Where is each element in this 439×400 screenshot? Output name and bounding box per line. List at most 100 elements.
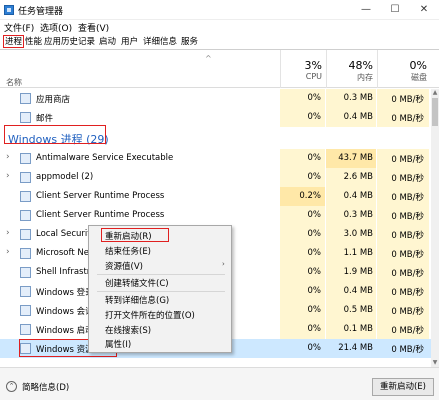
- process-icon: [20, 172, 31, 183]
- scroll-down-icon[interactable]: ▼: [431, 359, 439, 367]
- tab-app-history[interactable]: 应用历史记录: [44, 36, 95, 49]
- tab-processes[interactable]: 进程: [3, 35, 25, 48]
- disk-label: 磁盘: [411, 73, 427, 82]
- menu-item-go-to-details[interactable]: 转到详细信息(G): [105, 294, 169, 306]
- menu-file[interactable]: 文件(F): [4, 21, 34, 34]
- fewer-details-link[interactable]: 简略信息(D): [22, 381, 69, 393]
- fewer-details-icon[interactable]: ⌃: [6, 381, 17, 392]
- sort-caret-icon: ^: [205, 54, 212, 63]
- table-row[interactable]: Client Server Runtime Process 0.2% 0.4 M…: [0, 187, 431, 206]
- cpu-label: CPU: [305, 72, 322, 81]
- process-cpu: 0%: [307, 305, 322, 315]
- close-button[interactable]: ✕: [410, 0, 438, 20]
- list-item[interactable]: 应用商店 0% 0.3 MB 0 MB/秒: [0, 89, 431, 108]
- menu-item-open-file-location[interactable]: 打开文件所在的位置(O): [105, 309, 195, 321]
- minimize-button[interactable]: —: [352, 0, 380, 20]
- table-row[interactable]: Client Server Runtime Process 0% 0.3 MB …: [0, 206, 431, 225]
- task-manager-icon: [4, 5, 14, 15]
- expand-chevron-icon[interactable]: ›: [6, 171, 10, 181]
- scroll-up-icon[interactable]: ▲: [431, 89, 439, 97]
- disk-total-pct: 0%: [409, 59, 427, 72]
- process-disk: 0 MB/秒: [391, 174, 424, 184]
- footer-bar: ⌃ 简略信息(D) 重新启动(E): [0, 367, 439, 400]
- process-name: Client Server Runtime Process: [36, 210, 165, 220]
- process-icon: [20, 153, 31, 164]
- table-row[interactable]: › Antimalware Service Executable 0% 43.7…: [0, 149, 431, 168]
- column-header: ^ 名称 3% CPU 48% 内存 0% 磁盘: [0, 50, 439, 88]
- process-name: 应用商店: [36, 95, 71, 105]
- menu-separator: [97, 274, 225, 275]
- menu-item-search-online[interactable]: 在线搜索(S): [105, 324, 151, 336]
- process-cpu: 0%: [307, 153, 322, 163]
- process-disk: 0 MB/秒: [391, 250, 424, 260]
- process-name: Windows 会话: [36, 307, 94, 317]
- process-icon: [20, 324, 31, 335]
- process-name: 邮件: [36, 114, 54, 124]
- column-cpu-header[interactable]: 3% CPU: [280, 50, 326, 88]
- process-icon: [20, 267, 31, 278]
- process-icon: [20, 305, 31, 316]
- process-memory: 0.5 MB: [343, 305, 373, 315]
- process-name: Local Security: [36, 229, 96, 239]
- process-cpu: 0%: [307, 343, 322, 353]
- expand-chevron-icon[interactable]: ›: [6, 152, 10, 162]
- process-cpu: 0%: [307, 324, 322, 334]
- process-name: Shell Infrastru: [36, 267, 96, 277]
- process-cpu: 0%: [307, 248, 322, 258]
- tab-users[interactable]: 用户: [121, 36, 138, 49]
- cpu-total-pct: 3%: [304, 59, 322, 72]
- process-memory: 0.3 MB: [343, 210, 373, 220]
- process-cpu: 0%: [307, 112, 322, 122]
- process-disk: 0 MB/秒: [391, 193, 424, 203]
- scroll-thumb[interactable]: [432, 98, 438, 126]
- tab-bar: 进程 性能 应用历史记录 启动 用户 详细信息 服务: [0, 34, 439, 50]
- menu-item-end-task[interactable]: 结束任务(E): [105, 245, 151, 257]
- vertical-scrollbar[interactable]: [431, 89, 439, 367]
- process-memory: 21.4 MB: [338, 343, 373, 353]
- process-disk: 0 MB/秒: [391, 326, 424, 336]
- menu-separator: [97, 291, 225, 292]
- expand-chevron-icon[interactable]: ›: [6, 247, 10, 257]
- menu-bar: 文件(F) 选项(O) 查看(V): [0, 20, 439, 34]
- process-memory: 2.6 MB: [343, 172, 373, 182]
- tab-services[interactable]: 服务: [181, 36, 198, 49]
- process-name: Client Server Runtime Process: [36, 191, 165, 201]
- menu-options[interactable]: 选项(O): [40, 21, 72, 34]
- process-memory: 0.4 MB: [343, 191, 373, 201]
- process-memory: 1.1 MB: [343, 248, 373, 258]
- table-row[interactable]: › appmodel (2) 0% 2.6 MB 0 MB/秒: [0, 168, 431, 187]
- process-cpu: 0%: [307, 286, 322, 296]
- context-menu: 重新启动(R) 结束任务(E) 资源值(V) › 创建转储文件(C) 转到详细信…: [88, 225, 232, 353]
- tab-startup[interactable]: 启动: [99, 36, 116, 49]
- title-bar: 任务管理器 — ☐ ✕: [0, 0, 439, 20]
- tab-performance[interactable]: 性能: [25, 36, 42, 49]
- restart-button[interactable]: 重新启动(E): [372, 378, 434, 396]
- store-icon: [20, 93, 31, 104]
- group-highlight-box: [4, 125, 106, 144]
- process-icon: [20, 286, 31, 297]
- window-title: 任务管理器: [18, 7, 64, 17]
- menu-item-create-dump[interactable]: 创建转储文件(C): [105, 277, 169, 289]
- menu-item-properties[interactable]: 属性(I): [105, 338, 131, 350]
- expand-chevron-icon[interactable]: ›: [6, 228, 10, 238]
- process-name: Windows 登录: [36, 288, 94, 298]
- tab-details[interactable]: 详细信息: [143, 36, 177, 49]
- process-cpu: 0%: [307, 172, 322, 182]
- process-cpu: 0%: [307, 229, 322, 239]
- process-memory: 0.3 MB: [343, 93, 373, 103]
- process-cpu: 0%: [307, 93, 322, 103]
- process-memory: 3.0 MB: [343, 229, 373, 239]
- process-icon: [20, 191, 31, 202]
- process-disk: 0 MB/秒: [391, 212, 424, 222]
- menu-item-resource-values[interactable]: 资源值(V): [105, 260, 143, 272]
- process-disk: 0 MB/秒: [391, 307, 424, 317]
- process-name: Microsoft Ne: [36, 248, 89, 258]
- menu-view[interactable]: 查看(V): [78, 21, 109, 34]
- column-disk-header[interactable]: 0% 磁盘: [377, 50, 431, 88]
- maximize-button[interactable]: ☐: [381, 0, 409, 20]
- menu-item-restart[interactable]: 重新启动(R): [105, 230, 152, 242]
- column-name-header[interactable]: 名称: [6, 77, 22, 88]
- column-memory-header[interactable]: 48% 内存: [326, 50, 377, 88]
- process-disk: 0 MB/秒: [391, 95, 424, 105]
- process-memory: 0.1 MB: [343, 324, 373, 334]
